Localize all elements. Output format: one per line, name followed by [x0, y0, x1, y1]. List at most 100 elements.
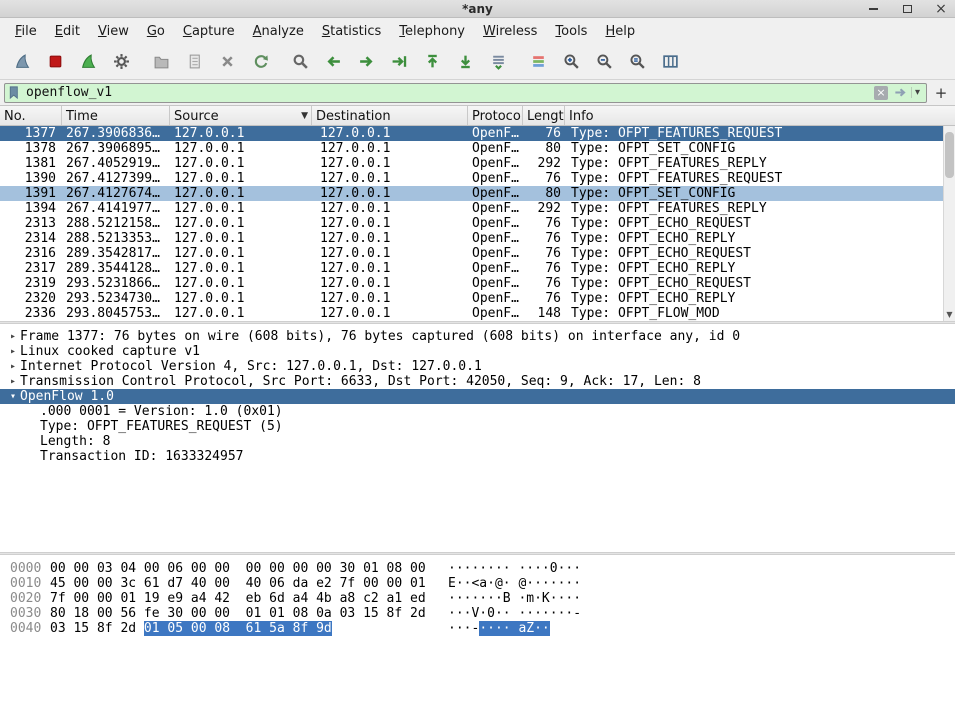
go-to-last-button[interactable] [449, 47, 482, 77]
hex-bytes[interactable]: 03 15 8f 2d 01 05 00 08 61 5a 8f 9d [50, 621, 422, 636]
detail-text: Type: OFPT_FEATURES_REQUEST (5) [40, 419, 283, 434]
detail-line[interactable]: ▸ Linux cooked capture v1 [0, 344, 955, 359]
hex-row-0040[interactable]: 0040 03 15 8f 2d 01 05 00 08 61 5a 8f 9d ·… [0, 621, 955, 636]
hex-ascii[interactable]: ·······B ·m·K···· [448, 591, 581, 606]
restart-capture-button[interactable] [72, 47, 105, 77]
hex-row-0030[interactable]: 0030 80 18 00 56 fe 30 00 00 01 01 08 0a … [0, 606, 955, 621]
packet-row-2317[interactable]: 2317 289.3544128… 127.0.0.1 127.0.0.1 OpenF…… [0, 261, 943, 276]
go-forward-button[interactable] [350, 47, 383, 77]
packet-cell-no: 1378 [24, 141, 56, 156]
hex-bytes-selected[interactable]: 01 05 00 08 61 5a 8f 9d [143, 621, 332, 636]
column-header-destination[interactable]: Destination [312, 106, 468, 125]
toolbar-separator [138, 47, 145, 77]
go-to-first-button[interactable] [416, 47, 449, 77]
scrollbar-thumb[interactable] [945, 132, 954, 178]
close-button[interactable]: × [933, 1, 949, 17]
display-filter-input[interactable]: openflow_v1 × ▾ [4, 82, 927, 103]
expand-icon[interactable]: ▸ [6, 329, 20, 344]
close-file-button[interactable] [211, 47, 244, 77]
auto-scroll-button[interactable] [482, 47, 515, 77]
minimize-icon [868, 8, 878, 10]
menu-item-view[interactable]: View [89, 21, 138, 42]
maximize-button[interactable] [899, 1, 915, 17]
packet-row-2316[interactable]: 2316 289.3542817… 127.0.0.1 127.0.0.1 OpenF…… [0, 246, 943, 261]
resize-columns-button[interactable] [654, 47, 687, 77]
apply-filter-icon[interactable] [893, 85, 908, 100]
hex-bytes[interactable]: 45 00 00 3c 61 d7 40 00 40 06 da e2 7f 0… [50, 576, 426, 591]
packet-row-1378[interactable]: 1378 267.3906895… 127.0.0.1 127.0.0.1 OpenF…… [0, 141, 943, 156]
packet-row-2314[interactable]: 2314 288.5213353… 127.0.0.1 127.0.0.1 OpenF…… [0, 231, 943, 246]
column-header-source[interactable]: Source ▼ [170, 106, 312, 125]
capture-options-button[interactable] [105, 47, 138, 77]
hex-bytes[interactable]: 7f 00 00 01 19 e9 a4 42 eb 6d a4 4b a8 c… [50, 591, 426, 606]
hex-ascii[interactable]: ········ ····0··· [448, 561, 581, 576]
hex-bytes[interactable]: 80 18 00 56 fe 30 00 00 01 01 08 0a 03 1… [50, 606, 426, 621]
menu-item-file[interactable]: File [6, 21, 46, 42]
menu-item-edit[interactable]: Edit [46, 21, 89, 42]
packet-row-1377[interactable]: 1377 267.3906836… 127.0.0.1 127.0.0.1 OpenF…… [0, 126, 943, 141]
detail-line[interactable]: Transaction ID: 1633324957 [0, 449, 955, 464]
hex-ascii-selected[interactable]: ···· aZ·· [479, 621, 550, 636]
menu-item-go[interactable]: Go [138, 21, 174, 42]
zoom-out-button[interactable] [588, 47, 621, 77]
zoom-in-button[interactable] [555, 47, 588, 77]
filter-dropdown-icon[interactable]: ▾ [910, 87, 923, 98]
menu-item-analyze[interactable]: Analyze [244, 21, 313, 42]
expand-icon[interactable]: ▸ [6, 374, 20, 389]
title-bar[interactable]: *any × [0, 0, 955, 18]
go-to-packet-button[interactable] [383, 47, 416, 77]
detail-line[interactable]: Length: 8 [0, 434, 955, 449]
packet-row-2320[interactable]: 2320 293.5234730… 127.0.0.1 127.0.0.1 OpenF…… [0, 291, 943, 306]
packet-row-1394[interactable]: 1394 267.4141977… 127.0.0.1 127.0.0.1 OpenF…… [0, 201, 943, 216]
detail-line[interactable]: ▸ Frame 1377: 76 bytes on wire (608 bits)… [0, 329, 955, 344]
find-packet-button[interactable] [284, 47, 317, 77]
colorize-button[interactable] [522, 47, 555, 77]
packet-list-scrollbar[interactable]: ▼ [943, 126, 955, 321]
start-capture-button[interactable] [6, 47, 39, 77]
packet-row-2313[interactable]: 2313 288.5212158… 127.0.0.1 127.0.0.1 OpenF…… [0, 216, 943, 231]
collapse-icon[interactable]: ▾ [6, 389, 20, 404]
menu-item-capture[interactable]: Capture [174, 21, 244, 42]
detail-line[interactable]: Type: OFPT_FEATURES_REQUEST (5) [0, 419, 955, 434]
hex-row-0000[interactable]: 0000 00 00 03 04 00 06 00 00 00 00 00 00 … [0, 561, 955, 576]
hex-bytes[interactable]: 00 00 03 04 00 06 00 00 00 00 00 00 30 0… [50, 561, 426, 576]
hex-ascii[interactable]: E··<a·@· @······· [448, 576, 581, 591]
expand-icon[interactable]: ▸ [6, 359, 20, 374]
packet-row-1390[interactable]: 1390 267.4127399… 127.0.0.1 127.0.0.1 OpenF…… [0, 171, 943, 186]
menu-item-statistics[interactable]: Statistics [313, 21, 390, 42]
column-header-info[interactable]: Info [565, 106, 955, 125]
scrollbar-down-icon[interactable]: ▼ [944, 308, 955, 321]
packet-row-1381[interactable]: 1381 267.4052919… 127.0.0.1 127.0.0.1 OpenF…… [0, 156, 943, 171]
packet-cell-no: 2314 [24, 231, 56, 246]
packet-row-2319[interactable]: 2319 293.5231866… 127.0.0.1 127.0.0.1 OpenF…… [0, 276, 943, 291]
hex-row-0010[interactable]: 0010 45 00 00 3c 61 d7 40 00 40 06 da e2 … [0, 576, 955, 591]
packet-row-1391[interactable]: 1391 267.4127674… 127.0.0.1 127.0.0.1 OpenF…… [0, 186, 943, 201]
hex-ascii[interactable]: ···-···· aZ·· [448, 621, 550, 636]
packet-row-2336[interactable]: 2336 293.8045753… 127.0.0.1 127.0.0.1 OpenF…… [0, 306, 943, 321]
detail-line[interactable]: ▾ OpenFlow 1.0 [0, 389, 955, 404]
save-file-button[interactable] [178, 47, 211, 77]
open-file-button[interactable] [145, 47, 178, 77]
clear-filter-icon[interactable]: × [873, 85, 888, 100]
stop-capture-button[interactable] [39, 47, 72, 77]
menu-item-help[interactable]: Help [596, 21, 644, 42]
expand-icon[interactable]: ▸ [6, 344, 20, 359]
filter-bookmark-icon[interactable] [7, 85, 22, 100]
minimize-button[interactable] [865, 1, 881, 17]
go-back-button[interactable] [317, 47, 350, 77]
menu-item-tools[interactable]: Tools [546, 21, 596, 42]
column-header-time[interactable]: Time [62, 106, 170, 125]
detail-line[interactable]: .000 0001 = Version: 1.0 (0x01) [0, 404, 955, 419]
hex-row-0020[interactable]: 0020 7f 00 00 01 19 e9 a4 42 eb 6d a4 4b … [0, 591, 955, 606]
add-filter-button[interactable]: + [931, 83, 951, 103]
column-header-protocol[interactable]: Protocol [468, 106, 523, 125]
column-header-length[interactable]: Length [523, 106, 565, 125]
column-header-no[interactable]: No. [0, 106, 62, 125]
detail-line[interactable]: ▸ Transmission Control Protocol, Src Port… [0, 374, 955, 389]
hex-ascii[interactable]: ···V·0·· ·······- [448, 606, 581, 621]
menu-item-wireless[interactable]: Wireless [474, 21, 546, 42]
detail-line[interactable]: ▸ Internet Protocol Version 4, Src: 127.0… [0, 359, 955, 374]
reload-button[interactable] [244, 47, 277, 77]
menu-item-telephony[interactable]: Telephony [390, 21, 474, 42]
zoom-original-button[interactable] [621, 47, 654, 77]
